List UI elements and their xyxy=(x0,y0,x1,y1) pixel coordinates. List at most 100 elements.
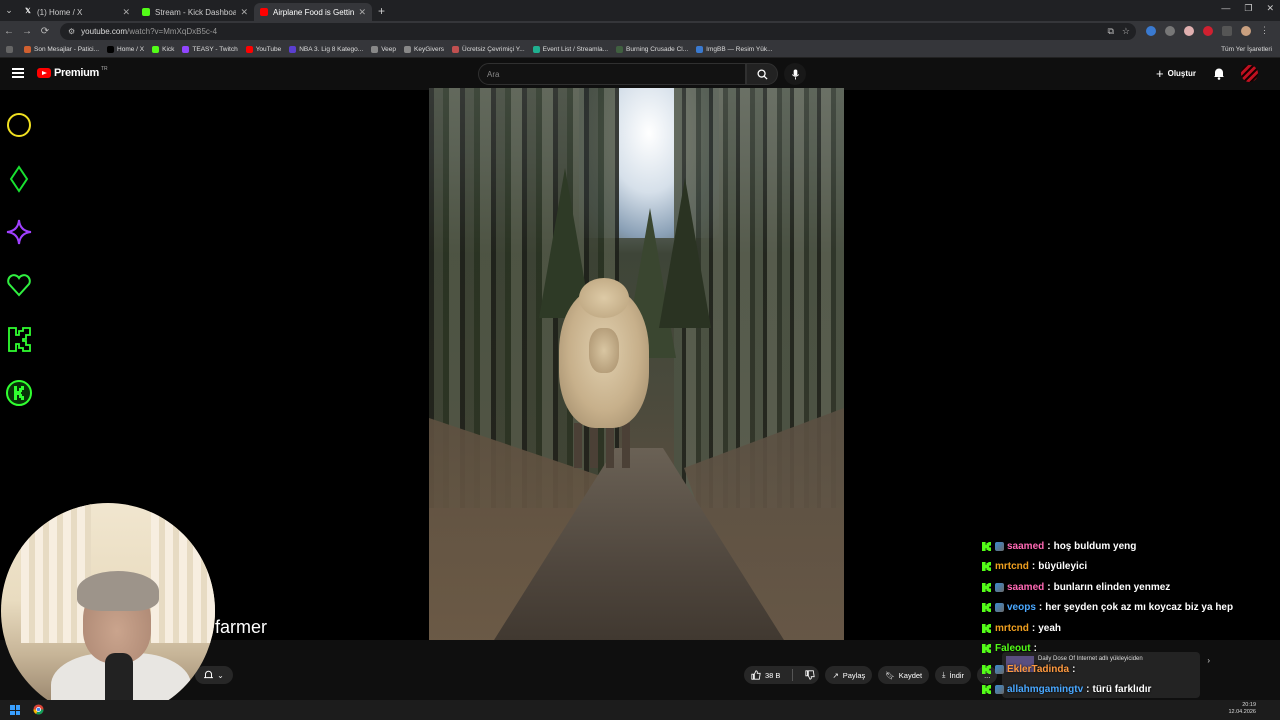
forward-icon[interactable]: → xyxy=(18,26,36,37)
windows-start-icon[interactable] xyxy=(10,705,20,715)
bell-icon xyxy=(204,670,214,679)
camel-hump xyxy=(579,278,629,318)
voice-search-button[interactable] xyxy=(784,63,806,85)
bookmark-item[interactable]: KeyGivers xyxy=(404,46,444,53)
chat-username[interactable]: mrtcnd xyxy=(995,623,1029,634)
tab-kick-dashboard[interactable]: Stream - Kick Dashboard ✕ xyxy=(136,3,254,21)
tab-title: Stream - Kick Dashboard xyxy=(155,7,237,17)
bookmark-label: TEASY - Twitch xyxy=(192,46,238,53)
chrome-taskbar-icon[interactable] xyxy=(33,704,44,715)
bookmark-item[interactable]: Burning Crusade Cl... xyxy=(616,46,688,53)
extension-icon[interactable] xyxy=(1165,25,1175,36)
bookmark-item[interactable]: Ücretsiz Çevrimiçi Y... xyxy=(452,46,525,53)
bookmark-label: Burning Crusade Cl... xyxy=(626,46,689,53)
close-tab-icon[interactable]: ✕ xyxy=(358,7,366,18)
chat-username[interactable]: allahmgamingtv xyxy=(1007,684,1083,695)
search-button[interactable] xyxy=(746,63,778,85)
all-bookmarks-folder[interactable]: Tüm Yer İşaretleri xyxy=(1221,46,1272,53)
close-window-icon[interactable]: ✕ xyxy=(1266,3,1274,14)
bookmark-label: YouTube xyxy=(255,46,282,53)
chat-username[interactable]: EklerTadinda xyxy=(1007,664,1069,675)
kick-platform-icon xyxy=(982,541,991,551)
chat-text: büyüleyici xyxy=(1038,561,1088,573)
divider xyxy=(792,669,794,681)
notifications-bell-icon[interactable] xyxy=(1213,67,1225,80)
bookmark-item[interactable]: ImgBB — Resim Yük... xyxy=(696,46,773,53)
search-input[interactable]: Ara xyxy=(478,63,746,85)
chevron-down-icon: ⌄ xyxy=(217,670,224,680)
chat-username[interactable]: mrtcnd xyxy=(995,561,1029,572)
bookmark-favicon-icon xyxy=(532,46,540,53)
chat-text: her şeyden çok az mı koycaz biz ya hep xyxy=(1045,602,1234,614)
chat-message: EklerTadinda: xyxy=(982,659,1278,680)
bookmark-favicon-icon xyxy=(107,46,115,53)
apps-grid-icon[interactable] xyxy=(6,46,16,53)
tab-search-icon[interactable]: ⌄ xyxy=(0,5,18,16)
new-tab-button[interactable]: + xyxy=(378,4,385,18)
site-info-icon[interactable]: ⚙ xyxy=(68,27,75,36)
bookmark-item[interactable]: Son Mesajlar - Patici... xyxy=(24,46,99,53)
tab-x-home[interactable]: 𝕏 (1) Home / X ✕ xyxy=(18,3,136,21)
close-tab-icon[interactable]: ✕ xyxy=(240,7,248,18)
chat-separator: : xyxy=(1086,684,1090,696)
bookmark-star-icon[interactable]: ☆ xyxy=(1122,26,1130,37)
like-button[interactable]: 38 B xyxy=(744,666,820,684)
bookmark-label: Home / X xyxy=(117,46,145,53)
back-icon[interactable]: ← xyxy=(0,26,18,37)
kick-platform-icon xyxy=(982,603,991,613)
create-button[interactable]: + Oluştur xyxy=(1156,66,1196,81)
sparkle-icon xyxy=(6,219,32,245)
search-icon xyxy=(756,68,768,80)
kick-platform-icon xyxy=(982,644,991,654)
save-button[interactable]: 🔖︎ Kaydet xyxy=(878,666,930,684)
chat-username[interactable]: saamed xyxy=(1007,582,1044,593)
bookmark-item[interactable]: YouTube xyxy=(245,46,282,53)
notification-settings-button[interactable]: ⌄ xyxy=(195,666,233,684)
account-avatar[interactable] xyxy=(1241,65,1258,82)
thumbs-down-icon[interactable] xyxy=(805,670,816,680)
chat-separator: : xyxy=(1031,622,1036,634)
minimize-icon[interactable]: — xyxy=(1221,3,1230,14)
bookmark-item[interactable]: TEASY - Twitch xyxy=(182,46,238,53)
create-label: Oluştur xyxy=(1167,69,1197,78)
maximize-icon[interactable]: ❐ xyxy=(1244,3,1252,14)
extension-icon[interactable] xyxy=(1146,25,1156,36)
bookmark-favicon-icon xyxy=(452,46,460,53)
bookmark-item[interactable]: NBA 3. Lig 8 Katego... xyxy=(289,46,363,53)
bookmark-item[interactable]: Home / X xyxy=(107,46,144,53)
profile-avatar-icon[interactable] xyxy=(1241,25,1251,36)
extension-icon[interactable] xyxy=(1203,25,1213,36)
bookmark-item[interactable]: Veep xyxy=(371,46,396,53)
extension-icon[interactable] xyxy=(1184,25,1194,36)
chat-message: mrtcnd: büyüleyici xyxy=(982,557,1278,578)
menu-icon[interactable] xyxy=(12,68,24,78)
video-tree xyxy=(659,178,711,328)
chat-username[interactable]: saamed xyxy=(1007,541,1044,552)
extensions-puzzle-icon[interactable] xyxy=(1222,25,1232,36)
taskbar-clock[interactable]: 20:19 12.04.2026 xyxy=(1228,702,1256,716)
bookmark-label: Veep xyxy=(381,46,397,53)
chat-separator: : xyxy=(1038,602,1043,614)
chat-username[interactable]: veops xyxy=(1007,602,1036,613)
address-row: ← → ⟳ ⚙ youtube.com/watch?v=MmXqDxB5c-4 … xyxy=(0,21,1280,42)
diamond-icon xyxy=(9,165,29,193)
close-tab-icon[interactable]: ✕ xyxy=(122,7,130,18)
bookmark-item[interactable]: Kick xyxy=(152,46,174,53)
reload-icon[interactable]: ⟳ xyxy=(36,26,54,37)
browser-menu-icon[interactable]: ⋮ xyxy=(1260,25,1269,36)
youtube-logo[interactable]: Premium TR xyxy=(37,66,108,79)
download-button[interactable]: ⤓ İndir xyxy=(935,666,972,684)
bookmark-item[interactable]: Event List / Streamla... xyxy=(532,46,608,53)
plus-icon: + xyxy=(1156,66,1164,81)
cast-icon[interactable]: ⧉ xyxy=(1107,26,1113,37)
tab-title: Airplane Food is Getting Worse xyxy=(273,7,355,17)
browser-tab-strip: ⌄ 𝕏 (1) Home / X ✕ Stream - Kick Dashboa… xyxy=(0,0,1280,21)
bookmark-favicon-icon xyxy=(152,46,160,53)
save-label: Kaydet xyxy=(898,670,923,680)
video-player[interactable] xyxy=(429,88,844,640)
share-button[interactable]: ↗ Paylaş xyxy=(825,666,873,684)
address-bar[interactable]: ⚙ youtube.com/watch?v=MmXqDxB5c-4 ⧉ ☆ xyxy=(60,23,1136,40)
streamer-webcam xyxy=(1,503,215,719)
chat-username[interactable]: Faleout xyxy=(995,643,1031,654)
tab-youtube-video[interactable]: Airplane Food is Getting Worse ✕ xyxy=(254,3,372,21)
